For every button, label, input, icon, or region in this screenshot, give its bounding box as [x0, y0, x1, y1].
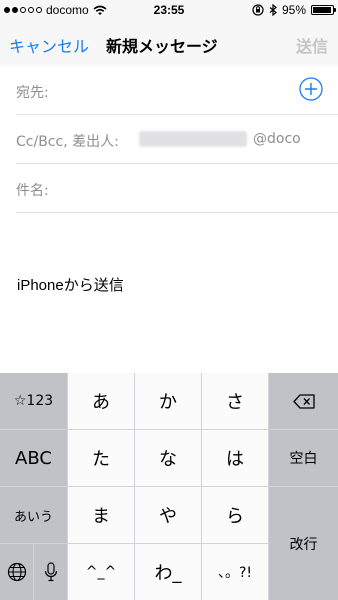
nav-bar: キャンセル 新規メッセージ 送信 [0, 20, 338, 66]
status-bar: docomo 23:55 95% [0, 0, 338, 20]
keyboard: ☆123 あ か さ ABC た な は 空白 あいう ま や ら 改行 ^_^… [0, 373, 338, 600]
add-contact-icon[interactable] [299, 77, 323, 101]
backspace-key[interactable] [269, 373, 338, 429]
globe-icon [7, 562, 26, 582]
to-field[interactable]: 宛先: [16, 66, 338, 115]
key-ta[interactable]: た [68, 430, 134, 486]
key-abc[interactable]: ABC [0, 430, 67, 486]
rotation-lock-icon [252, 4, 264, 16]
message-body-signature[interactable]: iPhoneから送信 [17, 274, 124, 295]
subject-field[interactable]: 件名: [16, 164, 338, 213]
microphone-icon [44, 562, 57, 582]
compose-form: 宛先: Cc/Bcc, 差出人: @doco 件名: iPhoneから送信 [0, 66, 338, 373]
key-na[interactable]: な [135, 430, 201, 486]
space-key[interactable]: 空白 [269, 430, 338, 486]
status-right: 95% [252, 3, 336, 17]
key-ma[interactable]: ま [68, 487, 134, 543]
to-label: 宛先: [16, 85, 49, 101]
key-punctuation[interactable]: 、。?! [202, 544, 268, 600]
cancel-button[interactable]: キャンセル [9, 33, 89, 57]
bluetooth-icon [269, 4, 277, 16]
key-kana[interactable]: あいう [0, 487, 67, 543]
key-ka[interactable]: か [135, 373, 201, 429]
dictation-key[interactable] [34, 544, 67, 600]
key-wa[interactable]: わ_ [135, 544, 201, 600]
battery-percent: 95% [281, 3, 306, 17]
key-a[interactable]: あ [68, 373, 134, 429]
cc-bcc-field[interactable]: Cc/Bcc, 差出人: @doco [16, 115, 338, 164]
page-title: 新規メッセージ [106, 37, 218, 56]
cc-bcc-label: Cc/Bcc, 差出人: [16, 134, 119, 150]
globe-key[interactable] [0, 544, 33, 600]
key-ra[interactable]: ら [202, 487, 268, 543]
battery-fill [313, 7, 332, 13]
sender-address-domain: @doco [253, 131, 301, 147]
send-button[interactable]: 送信 [296, 33, 328, 57]
key-ha[interactable]: は [202, 430, 268, 486]
subject-label: 件名: [16, 183, 49, 199]
backspace-icon [292, 393, 315, 409]
return-key[interactable]: 改行 [269, 487, 338, 600]
sender-address-redacted [139, 131, 247, 147]
battery-icon [311, 5, 336, 15]
key-ya[interactable]: や [135, 487, 201, 543]
key-mode-123[interactable]: ☆123 [0, 373, 67, 429]
key-sa[interactable]: さ [202, 373, 268, 429]
key-caret[interactable]: ^_^ [68, 544, 134, 600]
